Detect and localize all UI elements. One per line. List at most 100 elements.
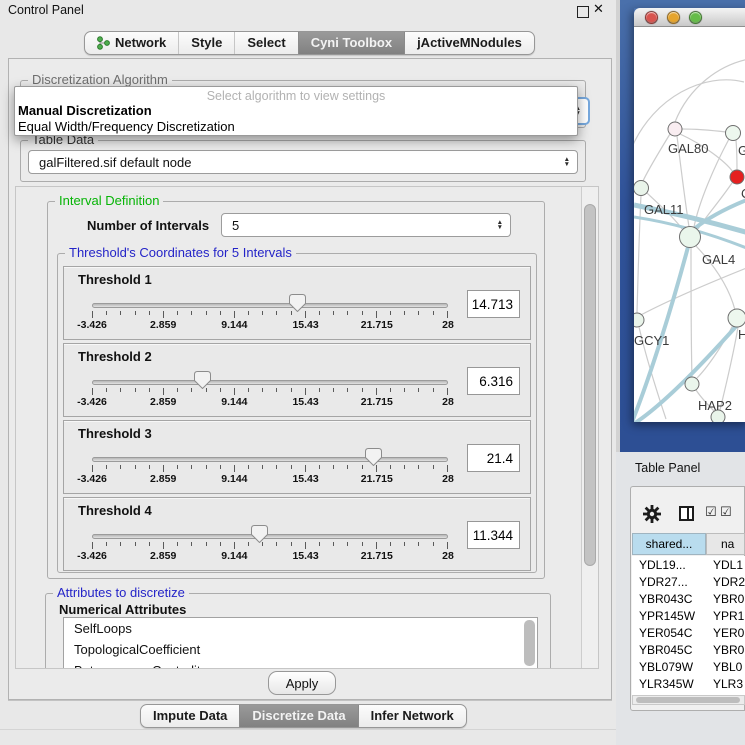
threshold-panel-1: Threshold 1-3.4262.8599.14415.4321.71528… xyxy=(63,266,531,340)
number-of-intervals-spinner[interactable]: 5 ▲▼ xyxy=(221,213,511,237)
cell-shared-name: YLR345W xyxy=(632,677,706,691)
threshold-slider-track[interactable] xyxy=(92,380,448,385)
threshold-value-field[interactable]: 21.4 xyxy=(467,444,520,472)
scale-label: -3.426 xyxy=(77,319,107,331)
bottom-divider xyxy=(8,700,612,701)
threshold-slider-track[interactable] xyxy=(92,534,448,539)
network-node-label: HAP2 xyxy=(698,398,732,413)
algorithm-option-manual[interactable]: Manual Discretization xyxy=(15,103,577,119)
spinner-arrows-icon: ▲▼ xyxy=(564,157,570,167)
threshold-value-field[interactable]: 11.344 xyxy=(467,521,520,549)
tab-impute-data[interactable]: Impute Data xyxy=(141,705,239,727)
network-canvas[interactable]: GAL80G.CGAL11GAL4GCY1HHAP2 xyxy=(634,27,745,422)
attribute-item[interactable]: TopologicalCoefficient xyxy=(64,639,537,660)
tab-label: Infer Network xyxy=(371,708,454,723)
tab-discretize-data[interactable]: Discretize Data xyxy=(239,705,357,727)
network-node[interactable] xyxy=(668,122,682,136)
tab-network[interactable]: Network xyxy=(85,32,178,54)
slider-ticks xyxy=(92,388,448,395)
mode-tab-bar: Impute DataDiscretize Data Infer Network xyxy=(140,704,467,728)
threshold-value-field[interactable]: 14.713 xyxy=(467,290,520,318)
threshold-label: Threshold 4 xyxy=(78,503,152,518)
cell-shared-name: YBR043C xyxy=(632,592,706,606)
table-row[interactable]: YER054CYER0 xyxy=(632,624,745,641)
tab-cyni-toolbox[interactable]: Cyni Toolbox xyxy=(298,32,404,54)
numerical-attributes-list[interactable]: SelfLoopsTopologicalCoefficientBetweenne… xyxy=(63,617,538,669)
cell-shared-name: YDR27... xyxy=(632,575,706,589)
threshold-slider-track[interactable] xyxy=(92,303,448,308)
threshold-value-field[interactable]: 6.316 xyxy=(467,367,520,395)
gear-icon[interactable] xyxy=(642,504,662,524)
tab-jactivemnodules[interactable]: jActiveMNodules xyxy=(404,32,534,54)
cell-name: YLR3 xyxy=(706,677,745,691)
traffic-close-button[interactable] xyxy=(645,11,658,24)
scale-label: 9.144 xyxy=(221,396,247,408)
algorithm-placeholder: Select algorithm to view settings xyxy=(15,89,577,103)
window-bottom-divider xyxy=(0,729,616,730)
attributes-list-scrollbar[interactable] xyxy=(524,620,535,666)
network-node[interactable] xyxy=(634,181,649,196)
cell-name: YER0 xyxy=(706,626,745,640)
table-panel-title: Table Panel xyxy=(635,461,700,475)
column-header-name[interactable]: na xyxy=(706,533,745,555)
close-icon[interactable]: ✕ xyxy=(593,1,604,17)
slider-ticks xyxy=(92,311,448,318)
scale-label: 2.859 xyxy=(150,473,176,485)
threshold-slider-thumb[interactable] xyxy=(194,371,211,389)
settings-scroll-area: Interval Definition Number of Intervals … xyxy=(15,186,599,669)
threshold-label: Threshold 2 xyxy=(78,349,152,364)
thresholds-group-title: Threshold's Coordinates for 5 Intervals xyxy=(65,245,296,260)
apply-button[interactable]: Apply xyxy=(268,671,336,695)
threshold-label: Threshold 3 xyxy=(78,426,152,441)
table-data-value: galFiltered.sif default node xyxy=(39,155,191,170)
attributes-group-title: Attributes to discretize xyxy=(53,585,189,600)
table-hscrollbar-thumb[interactable] xyxy=(636,697,740,703)
tab-style[interactable]: Style xyxy=(178,32,234,54)
table-hscrollbar[interactable] xyxy=(632,695,745,705)
network-node-label: G. xyxy=(738,143,745,158)
network-node[interactable] xyxy=(680,227,701,248)
attribute-item[interactable]: BetweennessCentrality xyxy=(64,660,537,669)
table-row[interactable]: YLR345WYLR3 xyxy=(632,675,745,692)
threshold-slider-thumb[interactable] xyxy=(251,525,268,543)
threshold-slider-track[interactable] xyxy=(92,457,448,462)
table-row[interactable]: YPR145WYPR1 xyxy=(632,607,745,624)
checkbox-icon[interactable]: ☑ xyxy=(705,504,717,520)
scale-label: -3.426 xyxy=(77,473,107,485)
float-window-icon[interactable] xyxy=(577,6,589,18)
tab-select[interactable]: Select xyxy=(234,32,297,54)
toolbox-tab-bar: NetworkStyleSelectCyni ToolboxjActiveMNo… xyxy=(84,31,535,55)
network-node[interactable] xyxy=(726,126,741,141)
table-row[interactable]: YBR045CYBR0 xyxy=(632,641,745,658)
table-row[interactable]: YBR043CYBR0 xyxy=(632,590,745,607)
algorithm-option-equal-width[interactable]: Equal Width/Frequency Discretization xyxy=(15,119,577,135)
network-node[interactable] xyxy=(728,309,745,327)
attribute-item[interactable]: SelfLoops xyxy=(64,618,537,639)
table-row[interactable]: YBL079WYBL0 xyxy=(632,658,745,675)
tab-infer-network[interactable]: Infer Network xyxy=(358,705,466,727)
cell-shared-name: YPR145W xyxy=(632,609,706,623)
column-header-shared-name[interactable]: shared... xyxy=(632,533,706,555)
table-data-select[interactable]: galFiltered.sif default node ▲▼ xyxy=(28,150,578,174)
traffic-zoom-button[interactable] xyxy=(689,11,702,24)
table-body: YDL19...YDL1YDR27...YDR2YBR043CYBR0YPR14… xyxy=(632,556,745,695)
split-columns-icon[interactable] xyxy=(679,506,694,521)
scale-label: 21.715 xyxy=(361,550,393,562)
network-node-label: GCY1 xyxy=(634,333,669,348)
table-row[interactable]: YDL19...YDL1 xyxy=(632,556,745,573)
network-view-window: GAL80G.CGAL11GAL4GCY1HHAP2 xyxy=(634,8,745,422)
network-node-label: C xyxy=(741,186,745,201)
network-node[interactable] xyxy=(685,377,699,391)
network-node[interactable] xyxy=(730,170,744,184)
network-edge xyxy=(682,129,726,132)
slider-ticks xyxy=(92,465,448,472)
threshold-slider-thumb[interactable] xyxy=(289,294,306,312)
settings-scrollbar-thumb[interactable] xyxy=(584,204,596,566)
checkbox-icon[interactable]: ☑ xyxy=(720,504,732,520)
traffic-minimize-button[interactable] xyxy=(667,11,680,24)
network-edge xyxy=(643,134,670,181)
network-node[interactable] xyxy=(634,313,644,327)
threshold-slider-thumb[interactable] xyxy=(365,448,382,466)
table-row[interactable]: YDR27...YDR2 xyxy=(632,573,745,590)
scale-label: 9.144 xyxy=(221,319,247,331)
